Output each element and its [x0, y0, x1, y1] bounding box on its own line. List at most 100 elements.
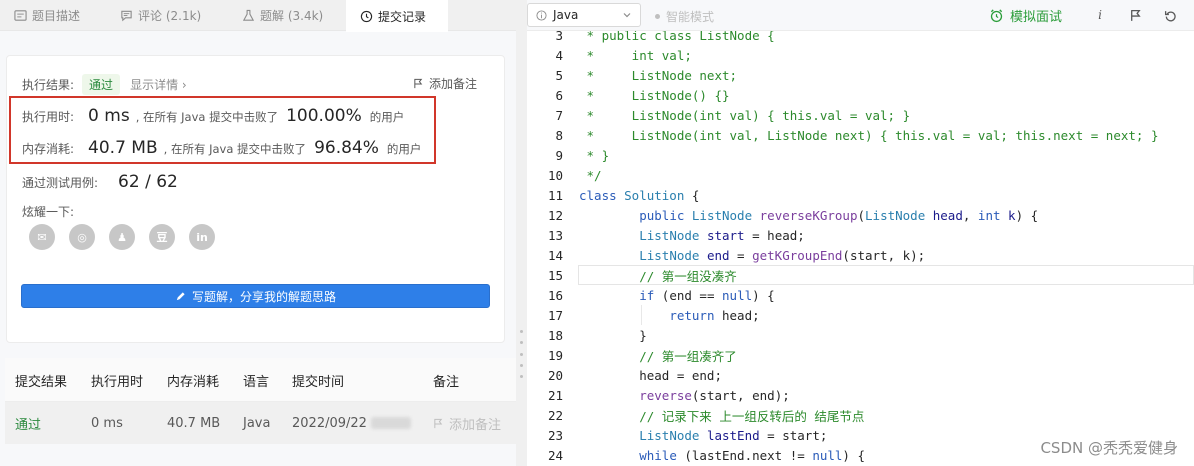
write-solution-button[interactable]: 写题解，分享我的解题思路: [21, 284, 490, 308]
clock-icon: [360, 10, 373, 22]
line-number: 21: [547, 387, 563, 403]
code-line[interactable]: 15 // 第一组没凑齐: [527, 265, 1194, 285]
code-token: * }: [579, 147, 610, 163]
flag-icon: [414, 78, 423, 89]
code-line[interactable]: 17 return head;: [527, 305, 1194, 325]
code-token: ,: [962, 207, 978, 223]
code-line[interactable]: 10 */: [527, 165, 1194, 185]
linkedin-icon[interactable]: in: [189, 224, 215, 250]
douban-icon[interactable]: 豆: [149, 224, 175, 250]
tab-solutions[interactable]: 题解 (3.4k): [228, 0, 346, 31]
smart-mode-toggle[interactable]: 智能模式: [655, 8, 714, 25]
result-label: 执行结果:: [22, 78, 75, 92]
code-token: (lastEnd.next !=: [684, 447, 813, 463]
flag-icon: [434, 418, 443, 428]
tab-description[interactable]: 题目描述: [0, 0, 106, 31]
line-number: 23: [547, 427, 563, 443]
line-number: 14: [547, 247, 563, 263]
code-text: // 记录下来 上一组反转后的 结尾节点: [579, 406, 864, 425]
code-line[interactable]: 21 reverse(start, end);: [527, 385, 1194, 405]
mock-interview-label: 模拟面试: [1010, 10, 1063, 25]
flag-icon[interactable]: [1127, 7, 1143, 23]
code-line[interactable]: 11 class Solution {: [527, 185, 1194, 205]
code-token: null: [812, 447, 843, 463]
result-row: 执行结果: 通过 显示详情 ›: [22, 74, 187, 95]
tab-submissions[interactable]: 提交记录: [346, 0, 448, 32]
redacted-time: [370, 417, 411, 429]
code-token: head;: [722, 307, 760, 323]
code-line[interactable]: 20 head = end;: [527, 365, 1194, 385]
code-token: k: [1008, 207, 1016, 223]
code-line[interactable]: 5 * ListNode next;: [527, 65, 1194, 85]
language-select[interactable]: Java: [527, 3, 641, 27]
tab-comments[interactable]: 评论 (2.1k): [106, 0, 228, 31]
add-note-button[interactable]: 添加备注: [413, 75, 477, 92]
info-circle-icon: [536, 9, 547, 21]
row-language: Java: [243, 415, 271, 431]
code-token: ListNode: [639, 427, 707, 443]
line-number: 16: [547, 287, 563, 303]
code-line[interactable]: 8 * ListNode(int val, ListNode next) { t…: [527, 125, 1194, 145]
show-details-link[interactable]: 显示详情 ›: [130, 76, 187, 93]
right-pane: Java 智能模式 模拟面试 i 3 * public class ListNo…: [527, 0, 1194, 466]
line-number: 9: [555, 147, 563, 163]
line-number: 4: [555, 47, 563, 63]
runtime-value: 0 ms: [88, 106, 130, 126]
table-header: 提交结果 执行用时 内存消耗 语言 提交时间 备注: [5, 358, 516, 402]
mock-interview-button[interactable]: 模拟面试: [989, 6, 1062, 25]
code-token: getKGroupEnd: [752, 247, 843, 263]
code-line[interactable]: 14 ListNode end = getKGroupEnd(start, k)…: [527, 245, 1194, 265]
memory-stat: 内存消耗: 40.7 MB , 在所有 Java 提交中击败了 96.84% 的…: [22, 138, 421, 158]
code-token: */: [579, 167, 602, 183]
info-icon[interactable]: i: [1092, 7, 1108, 23]
wechat-icon[interactable]: ✉: [29, 224, 55, 250]
code-line[interactable]: 12 public ListNode reverseKGroup(ListNod…: [527, 205, 1194, 225]
code-token: start: [706, 227, 745, 243]
code-token: // 第一组凑齐了: [639, 348, 737, 364]
code-line[interactable]: 6 * ListNode() {}: [527, 85, 1194, 105]
line-number: 6: [555, 87, 563, 103]
tab-label: 题解 (3.4k): [260, 9, 324, 23]
qq-icon[interactable]: ♟: [109, 224, 135, 250]
code-token: // 第一组没凑齐: [639, 268, 737, 284]
share-icons: ✉ ◎ ♟ 豆 in: [29, 224, 215, 250]
pane-splitter[interactable]: [516, 0, 527, 466]
code-editor[interactable]: 3 * public class ListNode {4 * int val; 5…: [527, 31, 1194, 466]
code-line[interactable]: 7 * ListNode(int val) { this.val = val; …: [527, 105, 1194, 125]
code-token: // 记录下来 上一组反转后的 结尾节点: [639, 408, 865, 424]
row-add-note-button[interactable]: 添加备注: [433, 402, 501, 444]
code-line[interactable]: 3 * public class ListNode {: [527, 31, 1194, 45]
code-token: =: [729, 247, 753, 263]
weibo-icon[interactable]: ◎: [69, 224, 95, 250]
drag-handle-icon[interactable]: [520, 330, 523, 378]
code-line[interactable]: 16 if (end == null) {: [527, 285, 1194, 305]
code-line[interactable]: 18 }: [527, 325, 1194, 345]
header-language: 语言: [243, 374, 270, 390]
code-text: * int val;: [579, 48, 692, 63]
row-status[interactable]: 通过: [15, 402, 41, 444]
row-runtime: 0 ms: [91, 415, 123, 431]
comment-icon: [121, 10, 132, 22]
code-text: * public class ListNode {: [579, 31, 775, 43]
test-cases-value: 62 / 62: [118, 172, 178, 192]
code-line[interactable]: 19 // 第一组凑齐了: [527, 345, 1194, 365]
table-row[interactable]: 通过 0 ms 40.7 MB Java 2022/09/22 添加备注: [5, 402, 516, 444]
code-line[interactable]: 9 * }: [527, 145, 1194, 165]
reset-icon[interactable]: [1162, 7, 1178, 23]
runtime-beat-text: , 在所有 Java 提交中击败了: [135, 110, 279, 124]
code-text: * ListNode next;: [579, 68, 738, 83]
code-token: ) {: [842, 447, 865, 463]
code-line[interactable]: 22 // 记录下来 上一组反转后的 结尾节点: [527, 405, 1194, 425]
row-note-label: 添加备注: [449, 417, 502, 433]
code-line[interactable]: 13 ListNode start = head;: [527, 225, 1194, 245]
code-line[interactable]: 4 * int val;: [527, 45, 1194, 65]
code-token: (: [857, 207, 866, 223]
code-text: * ListNode(int val) { this.val = val; }: [579, 108, 911, 123]
code-text: public ListNode reverseKGroup(ListNode h…: [579, 208, 1038, 223]
